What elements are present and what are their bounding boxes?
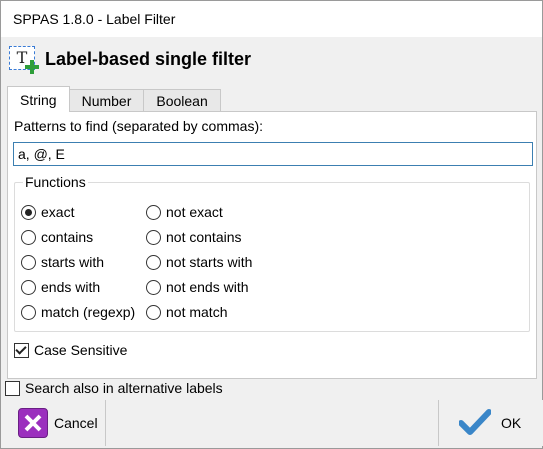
radio-not-ends-with[interactable]: not ends with: [146, 277, 249, 297]
radio-exact[interactable]: exact: [21, 202, 74, 222]
radio-not-starts-with[interactable]: not starts with: [146, 252, 252, 272]
radio-not-exact[interactable]: not exact: [146, 202, 223, 222]
search-alt-labels-checkbox[interactable]: Search also in alternative labels: [5, 380, 223, 396]
cancel-button[interactable]: Cancel: [1, 400, 106, 446]
radio-contains[interactable]: contains: [21, 227, 93, 247]
tab-string[interactable]: String: [7, 86, 70, 112]
label-filter-dialog: SPPAS 1.8.0 - Label Filter T Label-based…: [0, 0, 543, 449]
string-tab-panel: Patterns to find (separated by commas): …: [7, 111, 537, 379]
patterns-input[interactable]: [13, 142, 533, 166]
title-bar[interactable]: SPPAS 1.8.0 - Label Filter: [1, 1, 542, 37]
dialog-heading: Label-based single filter: [45, 48, 252, 69]
window-title: SPPAS 1.8.0 - Label Filter: [13, 11, 176, 27]
cancel-label: Cancel: [54, 415, 98, 431]
tab-number[interactable]: Number: [68, 89, 145, 112]
filter-tabs: String Number Boolean: [7, 86, 221, 112]
ok-button[interactable]: OK: [438, 400, 543, 446]
patterns-label: Patterns to find (separated by commas):: [14, 118, 263, 134]
radio-not-contains[interactable]: not contains: [146, 227, 242, 247]
checkmark-icon: [458, 408, 492, 438]
tab-boolean[interactable]: Boolean: [143, 89, 221, 112]
case-sensitive-checkbox[interactable]: Case Sensitive: [14, 342, 127, 358]
functions-group: Functions exact not exact contains not c…: [14, 174, 530, 332]
functions-label: Functions: [23, 174, 88, 190]
radio-not-match[interactable]: not match: [146, 302, 227, 322]
ok-label: OK: [501, 415, 522, 431]
text-label-add-icon: T: [7, 44, 39, 74]
radio-starts-with[interactable]: starts with: [21, 252, 104, 272]
dialog-header: T Label-based single filter: [7, 43, 251, 75]
radio-ends-with[interactable]: ends with: [21, 277, 100, 297]
cancel-icon: [18, 408, 48, 438]
radio-match-regexp[interactable]: match (regexp): [21, 302, 135, 322]
